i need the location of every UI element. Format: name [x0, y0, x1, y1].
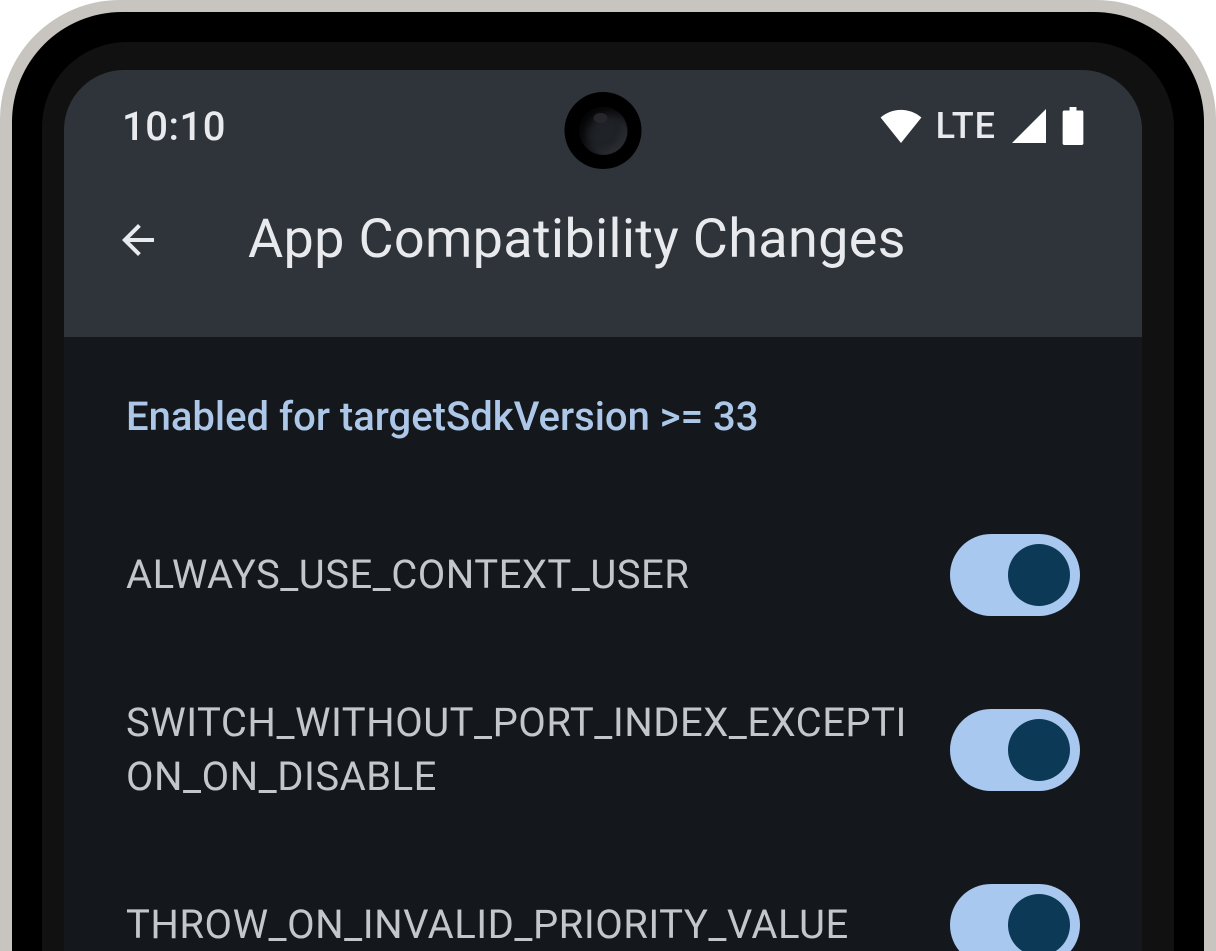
status-bar: 10:10 LTE — [64, 70, 1142, 182]
camera-lens — [579, 107, 627, 155]
status-clock: 10:10 — [122, 103, 226, 150]
switch-thumb — [1008, 719, 1070, 781]
arrow-back-icon — [114, 216, 162, 264]
wifi-icon — [880, 109, 922, 143]
status-icons: LTE — [880, 105, 1084, 147]
section-header: Enabled for targetSdkVersion >= 33 — [126, 393, 1080, 440]
screen: 10:10 LTE App Compatibility — [64, 70, 1142, 951]
app-bar: App Compatibility Changes — [64, 182, 1142, 337]
page-title: App Compatibility Changes — [248, 208, 906, 271]
battery-icon — [1062, 107, 1084, 145]
switch-thumb — [1008, 544, 1070, 606]
compat-change-row[interactable]: THROW_ON_INVALID_PRIORITY_VALUE — [126, 844, 1080, 951]
compat-change-row[interactable]: ALWAYS_USE_CONTEXT_USER — [126, 494, 1080, 656]
content-area: Enabled for targetSdkVersion >= 33 ALWAY… — [64, 337, 1142, 951]
toggle-switch[interactable] — [950, 709, 1080, 791]
compat-change-row[interactable]: SWITCH_WITHOUT_PORT_INDEX_EXCEPTION_ON_D… — [126, 656, 1080, 844]
viewport: 10:10 LTE App Compatibility — [0, 0, 1216, 951]
network-label: LTE — [936, 105, 996, 147]
compat-change-label: THROW_ON_INVALID_PRIORITY_VALUE — [126, 898, 849, 951]
front-camera — [565, 92, 642, 169]
toggle-switch[interactable] — [950, 534, 1080, 616]
signal-icon — [1010, 109, 1048, 143]
device-frame-outer: 10:10 LTE App Compatibility — [0, 0, 1216, 951]
compat-change-label: SWITCH_WITHOUT_PORT_INDEX_EXCEPTION_ON_D… — [126, 696, 910, 804]
switch-thumb — [1008, 894, 1070, 951]
header-area: 10:10 LTE App Compatibility — [64, 70, 1142, 337]
toggle-switch[interactable] — [950, 884, 1080, 951]
back-button[interactable] — [112, 214, 164, 266]
compat-change-label: ALWAYS_USE_CONTEXT_USER — [126, 548, 689, 602]
